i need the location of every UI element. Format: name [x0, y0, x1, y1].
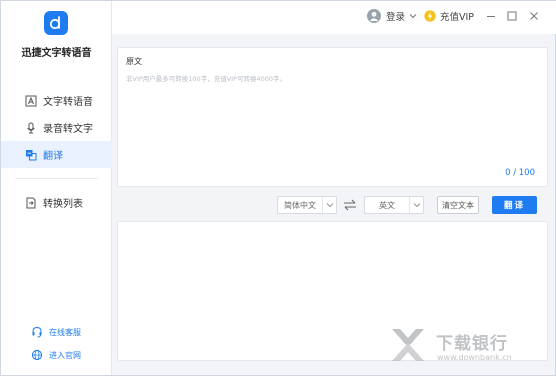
- chevron-down-icon: [409, 197, 423, 213]
- sidebar-item-speech-to-text[interactable]: 录音转文字: [1, 114, 112, 141]
- chevron-down-icon: [409, 12, 417, 20]
- user-avatar-icon: [367, 9, 381, 23]
- sidebar-item-label: 录音转文字: [43, 124, 93, 135]
- convert-list-icon: [25, 197, 37, 209]
- sidebar-item-text-to-speech[interactable]: 文字转语音: [1, 87, 112, 114]
- sidebar-item-label: 转换列表: [43, 199, 83, 210]
- vip-label: 充值VIP: [440, 12, 475, 23]
- watermark-logo-icon: [392, 329, 424, 361]
- app-window: 迅捷文字转语音 文字转语音 录音转文字 翻译 转换列表 在线客服 进入官网 登录…: [0, 0, 556, 376]
- app-logo-icon: [44, 11, 68, 35]
- text-to-speech-icon: [25, 95, 37, 107]
- sidebar-item-label: 翻译: [43, 151, 63, 162]
- vip-button[interactable]: 充值VIP: [424, 9, 474, 23]
- source-language-value: 简体中文: [284, 200, 316, 210]
- official-site-label: 进入官网: [49, 350, 81, 360]
- online-service-label: 在线客服: [49, 327, 81, 337]
- vip-bolt-icon: [424, 10, 436, 22]
- microphone-icon: [25, 122, 37, 134]
- source-language-select[interactable]: 简体中文: [277, 196, 337, 214]
- login-label: 登录: [386, 12, 406, 23]
- headset-icon: [31, 326, 43, 338]
- char-count: 0 / 100: [505, 168, 535, 178]
- watermark: 下载银行 www.downbank.cn: [386, 323, 551, 371]
- online-service-link[interactable]: 在线客服: [31, 326, 81, 338]
- login-button[interactable]: 登录: [367, 9, 417, 23]
- watermark-title: 下载银行: [436, 334, 508, 354]
- sidebar-item-convert-list[interactable]: 转换列表: [1, 189, 112, 216]
- sidebar-nav: 文字转语音 录音转文字 翻译 转换列表: [1, 87, 112, 216]
- sidebar: 迅捷文字转语音 文字转语音 录音转文字 翻译 转换列表 在线客服 进入官网: [1, 1, 112, 375]
- app-title: 迅捷文字转语音: [21, 48, 92, 59]
- translate-button[interactable]: 翻译: [492, 196, 537, 214]
- sidebar-item-translate[interactable]: 翻译: [1, 141, 112, 168]
- official-site-link[interactable]: 进入官网: [31, 349, 81, 361]
- titlebar: 登录 充值VIP: [112, 1, 556, 34]
- target-language-select[interactable]: 英文: [364, 196, 424, 214]
- source-text-area[interactable]: 原文 非VIP用户最多可转换100字，充值VIP可转换4000字。 0 / 10…: [117, 47, 548, 187]
- sidebar-item-label: 文字转语音: [43, 97, 93, 108]
- swap-languages-icon[interactable]: [342, 197, 358, 213]
- target-language-value: 英文: [379, 200, 395, 210]
- source-label: 原文: [126, 57, 142, 66]
- clear-text-button[interactable]: 清空文本: [437, 196, 479, 214]
- translate-icon: [25, 149, 37, 161]
- globe-icon: [31, 349, 43, 361]
- chevron-down-icon: [322, 197, 336, 213]
- minimize-icon[interactable]: [485, 10, 497, 22]
- watermark-url: www.downbank.cn: [437, 353, 512, 362]
- close-icon[interactable]: [528, 10, 540, 22]
- source-placeholder: 非VIP用户最多可转换100字，充值VIP可转换4000字。: [126, 75, 287, 83]
- maximize-icon[interactable]: [506, 10, 518, 22]
- sidebar-divider: [15, 178, 98, 179]
